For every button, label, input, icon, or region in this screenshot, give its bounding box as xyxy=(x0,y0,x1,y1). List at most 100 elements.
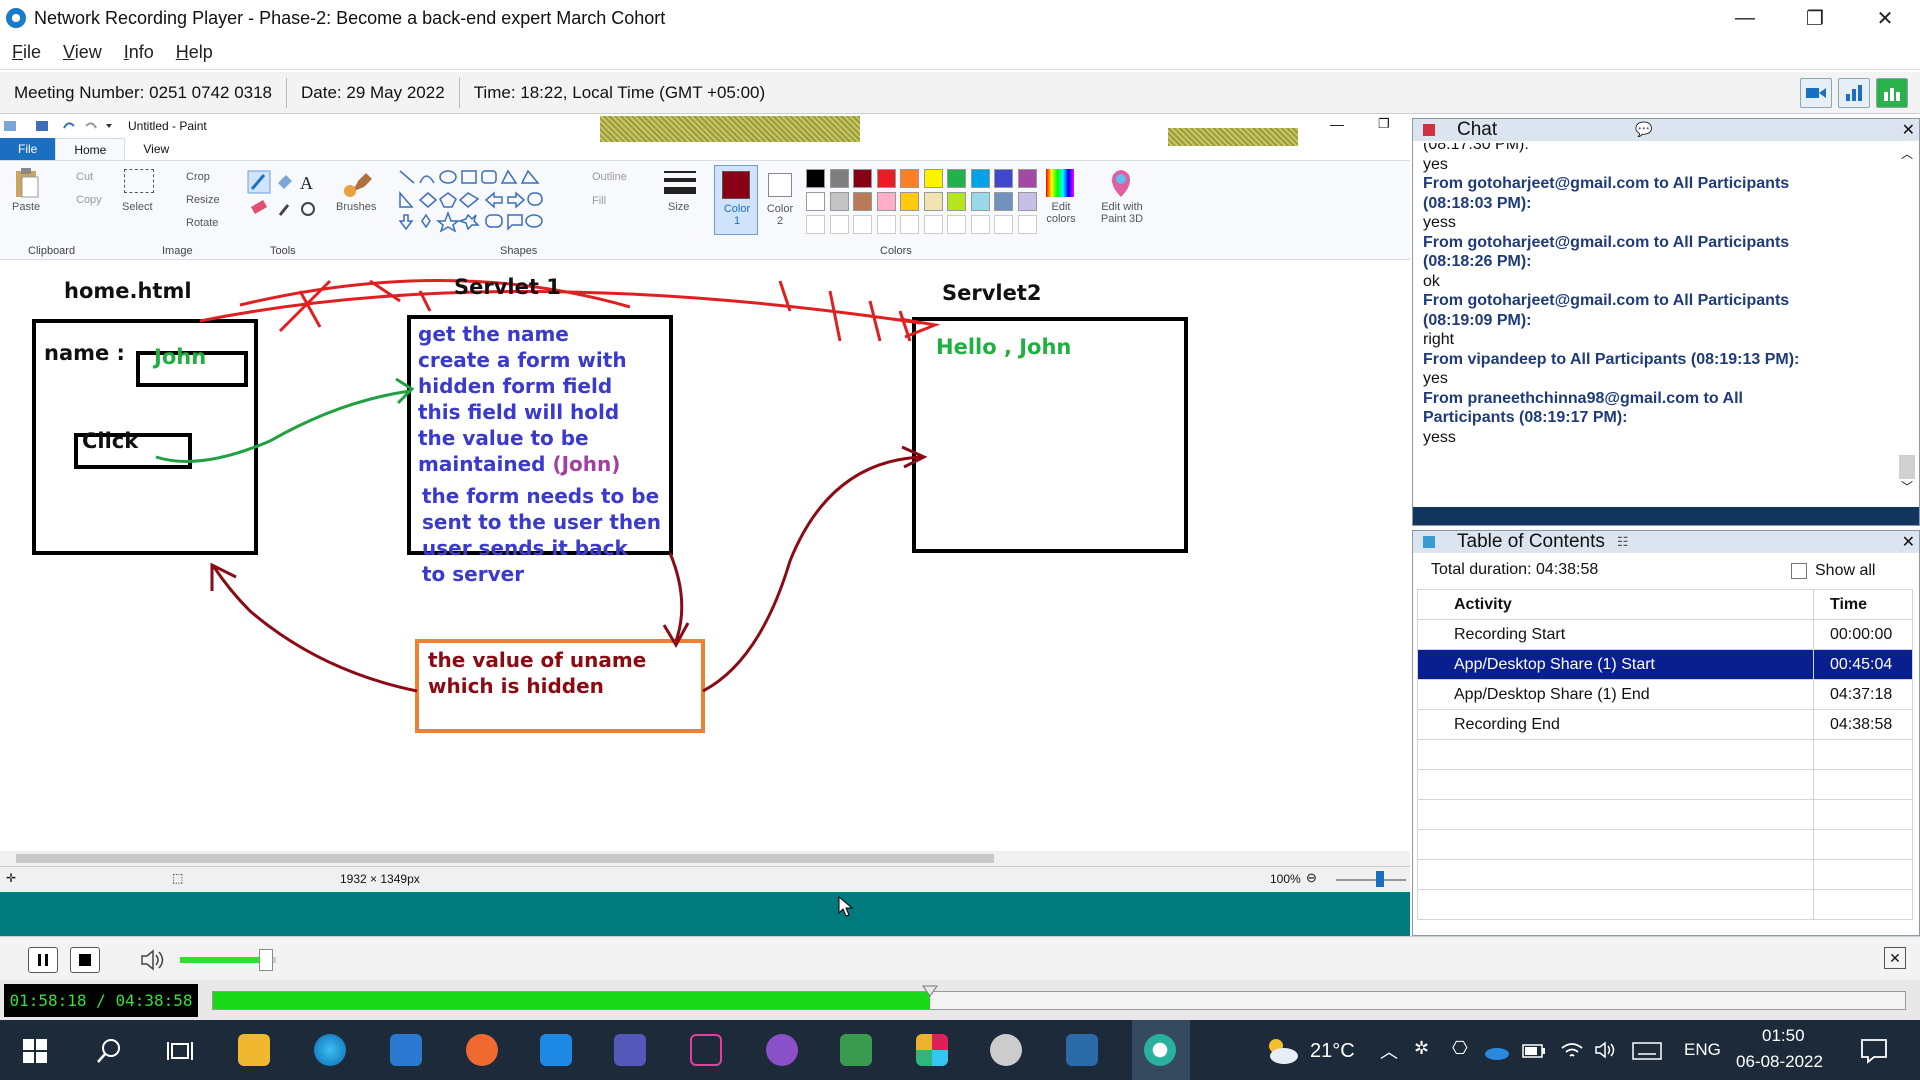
palette-empty-swatch[interactable] xyxy=(806,215,825,234)
graphql-icon[interactable] xyxy=(690,1034,722,1066)
clock-time[interactable]: 01:50 xyxy=(1762,1026,1805,1046)
palette-swatch[interactable] xyxy=(900,192,919,211)
notification-center-icon[interactable] xyxy=(1860,1038,1888,1064)
seek-bar[interactable] xyxy=(212,985,1906,1010)
palette-swatch[interactable] xyxy=(829,192,849,211)
palette-swatch[interactable] xyxy=(853,192,872,211)
pause-button[interactable] xyxy=(28,947,58,973)
tray-camera-icon[interactable]: ⎔ xyxy=(1452,1038,1468,1059)
toc-row[interactable]: Recording End 04:38:58 xyxy=(1417,709,1913,740)
size-icon[interactable] xyxy=(662,169,698,199)
palette-swatch[interactable] xyxy=(829,169,849,188)
teams-icon[interactable] xyxy=(614,1034,646,1066)
tools-icons[interactable]: A xyxy=(246,169,320,229)
cut-button[interactable]: Cut xyxy=(76,171,93,183)
palette-swatch[interactable] xyxy=(806,169,825,188)
palette-swatch[interactable] xyxy=(876,192,896,211)
weather-cloud-icon[interactable] xyxy=(1264,1036,1300,1066)
volume-thumb[interactable] xyxy=(259,949,274,971)
toc-row[interactable]: App/Desktop Share (1) End 04:37:18 xyxy=(1417,679,1913,710)
mail-icon[interactable] xyxy=(390,1034,422,1066)
paint-hscroll-thumb[interactable] xyxy=(16,854,994,863)
paint3d-icon[interactable] xyxy=(1106,167,1136,199)
speaker-icon[interactable] xyxy=(140,949,164,971)
paint3d-label[interactable]: Edit with Paint 3D xyxy=(1094,201,1150,225)
chat-scroll-down[interactable]: ﹀ xyxy=(1897,478,1917,495)
palette-swatch[interactable] xyxy=(1017,192,1037,211)
spreadsheet-app-icon[interactable] xyxy=(840,1034,872,1066)
palette-swatch[interactable] xyxy=(806,192,825,211)
palette-empty-swatch[interactable] xyxy=(853,215,872,234)
palette-empty-swatch[interactable] xyxy=(947,215,966,234)
paint-tab-file[interactable]: File xyxy=(0,138,56,160)
stop-button[interactable] xyxy=(70,947,100,973)
toc-close-button[interactable]: ✕ xyxy=(1902,532,1915,552)
palette-empty-swatch[interactable] xyxy=(1017,215,1037,234)
chat-close-button[interactable]: ✕ xyxy=(1902,120,1915,140)
temperature[interactable]: 21°C xyxy=(1310,1040,1355,1063)
participants-view-button[interactable] xyxy=(1876,78,1908,108)
minimize-button[interactable]: — xyxy=(1710,0,1780,36)
palette-swatch[interactable] xyxy=(970,192,990,211)
clock-date[interactable]: 06-08-2022 xyxy=(1736,1052,1823,1072)
palette-empty-swatch[interactable] xyxy=(900,215,919,234)
keyboard-icon[interactable] xyxy=(1632,1042,1662,1060)
restore-button[interactable]: ❐ xyxy=(1780,0,1850,36)
language-indicator[interactable]: ENG xyxy=(1684,1040,1721,1060)
paste-label[interactable]: Paste xyxy=(12,201,40,213)
recording-player-taskbar-icon[interactable] xyxy=(1144,1034,1176,1066)
edge-browser-icon[interactable] xyxy=(314,1034,346,1066)
shape-fill-button[interactable]: Fill xyxy=(592,195,606,207)
wifi-icon[interactable] xyxy=(1560,1040,1584,1060)
file-explorer-icon[interactable] xyxy=(238,1034,270,1066)
paint-restore-button[interactable]: ❐ xyxy=(1378,116,1390,132)
palette-swatch[interactable] xyxy=(970,169,990,188)
zoom-slider[interactable] xyxy=(1336,879,1406,881)
menu-help[interactable]: Help xyxy=(176,42,213,63)
zoom-slider-thumb[interactable] xyxy=(1376,871,1384,887)
palette-swatch[interactable] xyxy=(994,192,1013,211)
zoom-out-button[interactable]: ⊖ xyxy=(1306,870,1317,886)
vscode-icon[interactable] xyxy=(540,1034,572,1066)
paint-minimize-button[interactable]: — xyxy=(1330,116,1344,132)
paste-icon[interactable] xyxy=(14,167,40,199)
palette-empty-swatch[interactable] xyxy=(970,215,990,234)
chat-scroll-thumb[interactable] xyxy=(1899,455,1915,479)
shape-outline-button[interactable]: Outline xyxy=(592,171,627,183)
show-all-checkbox[interactable] xyxy=(1791,563,1807,579)
player-close-button[interactable]: ✕ xyxy=(1884,947,1906,969)
size-label[interactable]: Size xyxy=(668,201,689,213)
crop-button[interactable]: Crop xyxy=(186,171,210,183)
brushes-label[interactable]: Brushes xyxy=(336,201,376,213)
color2-swatch[interactable] xyxy=(768,173,792,197)
chart-view-button[interactable] xyxy=(1838,78,1870,108)
edit-colors-label[interactable]: Edit colors xyxy=(1044,201,1078,225)
onedrive-cloud-icon[interactable] xyxy=(1484,1044,1510,1060)
postman-icon[interactable] xyxy=(466,1034,498,1066)
palette-empty-swatch[interactable] xyxy=(829,215,849,234)
chat-scrollbar[interactable]: ︿ ﹀ xyxy=(1897,145,1917,494)
task-view-icon[interactable] xyxy=(166,1038,194,1064)
palette-swatch[interactable] xyxy=(1017,169,1037,188)
battery-icon[interactable] xyxy=(1522,1044,1546,1058)
palette-empty-swatch[interactable] xyxy=(876,215,896,234)
toc-row[interactable]: Recording Start 00:00:00 xyxy=(1417,619,1913,650)
palette-swatch[interactable] xyxy=(947,169,966,188)
palette-swatch[interactable] xyxy=(994,169,1013,188)
chat-scroll-up[interactable]: ︿ xyxy=(1897,145,1917,162)
palette-swatch[interactable] xyxy=(923,169,943,188)
palette-swatch[interactable] xyxy=(923,192,943,211)
select-icon[interactable] xyxy=(124,169,154,193)
github-desktop-icon[interactable] xyxy=(766,1034,798,1066)
paint-tab-home[interactable]: Home xyxy=(55,138,126,160)
palette-empty-swatch[interactable] xyxy=(994,215,1013,234)
paint-canvas[interactable]: home.html name : John Click Servlet 1 ge… xyxy=(0,261,1410,851)
brushes-icon[interactable] xyxy=(340,167,376,199)
windows-start-icon[interactable] xyxy=(22,1038,48,1064)
palette-swatch[interactable] xyxy=(900,169,919,188)
resize-button[interactable]: Resize xyxy=(186,194,220,206)
palette-swatch[interactable] xyxy=(853,169,872,188)
tray-app-icon[interactable]: ✲ xyxy=(1414,1038,1429,1059)
search-icon[interactable] xyxy=(96,1038,122,1064)
tray-expand-icon[interactable]: ︿ xyxy=(1380,1038,1398,1064)
